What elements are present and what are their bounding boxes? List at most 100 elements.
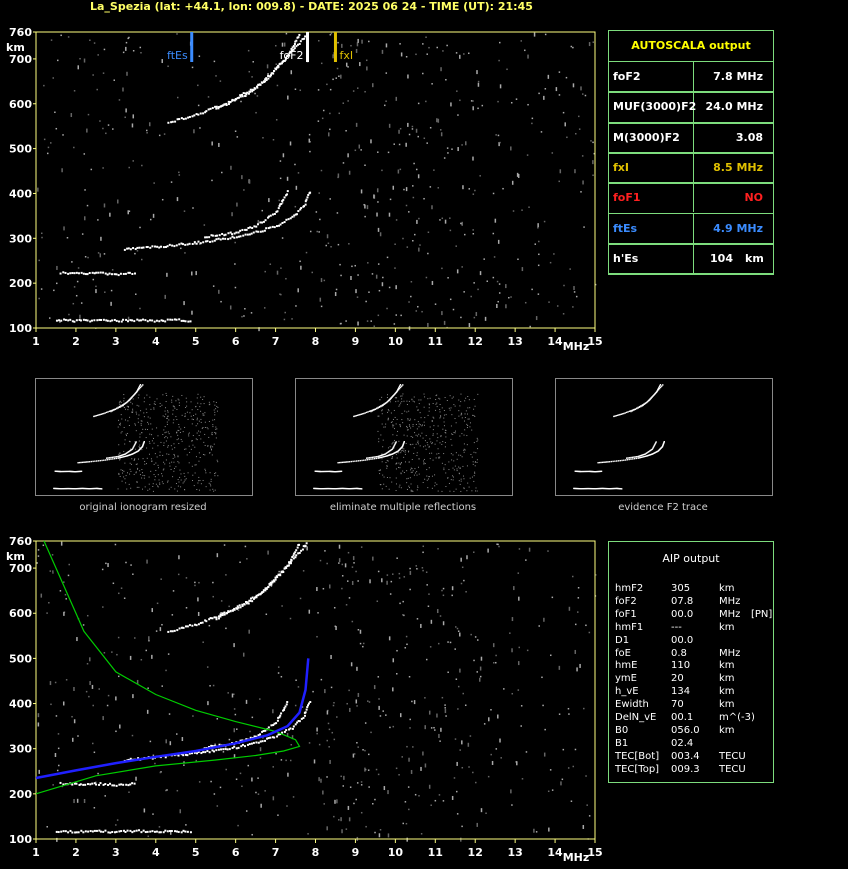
ionogram-aip-chart: 1 2 3 4 5 6 7 8 9 10 11 12 13 14 15MHz1002003004005006… xyxy=(6,535,603,864)
aip-value: 00.0 xyxy=(671,634,694,646)
x-tick-label: 10 xyxy=(388,335,404,348)
autoscala-label: M(3000)F2 xyxy=(613,130,680,144)
x-tick-label: 15 xyxy=(587,335,602,348)
y-tick-label: 400 xyxy=(9,187,32,200)
autoscala-value: 24.0 MHz xyxy=(705,100,763,114)
x-tick-label: 1 xyxy=(32,335,40,348)
trace-f2-2hop-o xyxy=(167,33,309,124)
x-tick-label: 2 xyxy=(72,846,80,859)
aip-name: hmE xyxy=(615,660,638,672)
x-tick-label: 13 xyxy=(507,335,522,348)
x-axis-label: MHz xyxy=(563,851,590,864)
thumbnail-evidence-f2 xyxy=(555,378,773,496)
aip-name: B0 xyxy=(615,724,629,736)
trace-es-2 xyxy=(59,271,137,277)
aip-name: TEC[Bot] xyxy=(615,750,660,762)
aip-unit: km xyxy=(719,621,735,633)
y-tick-label: 760 xyxy=(9,535,32,548)
plot-frame xyxy=(35,31,596,329)
y-tick-label: 500 xyxy=(9,652,32,665)
aip-unit: MHz xyxy=(719,595,741,607)
autoscala-value: 8.5 MHz xyxy=(713,160,763,174)
aip-unit: km xyxy=(719,583,735,594)
aip-value: 134 xyxy=(671,686,691,698)
autoscala-unit: km xyxy=(745,251,764,265)
aip-unit: km xyxy=(719,699,735,711)
x-tick-label: 5 xyxy=(192,335,200,348)
x-axis-label: MHz xyxy=(563,340,590,353)
ionogram-autoscala-chart: 1 2 3 4 5 6 7 8 9 10 11 12 13 14 15MHz1002003004005006… xyxy=(6,26,603,353)
aip-value: 20 xyxy=(671,673,684,685)
y-tick-label: 600 xyxy=(9,607,32,620)
y-tick-label: 300 xyxy=(9,232,32,245)
autoscala-value: NO xyxy=(744,191,763,205)
autoscala-label: ftEs xyxy=(613,221,638,235)
x-tick-label: 14 xyxy=(547,846,563,859)
y-tick-label: 500 xyxy=(9,143,32,156)
y-tick-label: 200 xyxy=(9,788,32,801)
x-tick-label: 3 xyxy=(112,846,120,859)
y-tick-label: 700 xyxy=(9,53,32,66)
aip-unit: km xyxy=(719,660,735,672)
x-tick-label: 8 xyxy=(312,846,320,859)
autoscala-value: 3.08 xyxy=(735,130,763,144)
aip-unit: MHz xyxy=(719,647,741,659)
trace-f2-x xyxy=(204,190,289,239)
noise-speckle xyxy=(37,32,597,332)
marker-label-fxi: fxI xyxy=(339,49,353,62)
aip-value: 305 xyxy=(671,583,691,594)
x-tick-label: 10 xyxy=(388,846,404,859)
x-tick-label: 4 xyxy=(152,846,160,859)
x-tick-label: 2 xyxy=(72,335,80,348)
plot-frame xyxy=(35,540,596,840)
aip-name: DelN_vE xyxy=(615,712,657,723)
aip-unit: TECU xyxy=(719,763,746,775)
aip-value: --- xyxy=(671,621,682,633)
y-tick-label: 700 xyxy=(9,562,32,575)
aip-unit: km xyxy=(719,686,735,698)
y-axis-label: km xyxy=(6,550,25,563)
thumbnail-eliminate-multiple xyxy=(295,378,513,496)
x-tick-label: 4 xyxy=(152,335,160,348)
aip-unit: MHz xyxy=(719,608,741,620)
profile-blue xyxy=(35,658,310,780)
x-tick-label: 12 xyxy=(468,335,483,348)
y-tick-label: 400 xyxy=(9,698,32,711)
autoscala-value: 104 xyxy=(710,251,733,265)
thumbnail-original xyxy=(35,378,253,496)
trace-es-2 xyxy=(59,781,136,787)
y-tick-label: 200 xyxy=(9,277,32,290)
trace-f2-x xyxy=(203,701,289,750)
x-tick-label: 7 xyxy=(272,846,280,859)
x-tick-label: 6 xyxy=(232,335,240,348)
autoscala-label: MUF(3000)F2 xyxy=(613,100,697,114)
aip-unit: TECU xyxy=(719,750,746,762)
autoscala-label: foF2 xyxy=(613,70,641,83)
y-tick-label: 100 xyxy=(9,322,32,335)
aip-name: B1 xyxy=(615,737,629,749)
aip-name: hmF2 xyxy=(615,583,644,594)
x-tick-label: 12 xyxy=(468,846,483,859)
x-tick-label: 11 xyxy=(428,335,443,348)
trace-f2-2hop-x xyxy=(215,543,301,621)
x-tick-label: 11 xyxy=(428,846,443,859)
aip-value: 70 xyxy=(671,699,684,711)
marker-label-fof2: foF2 xyxy=(280,49,304,62)
trace-es xyxy=(55,318,192,323)
autoscala-label: fxI xyxy=(613,160,629,174)
aip-name: D1 xyxy=(615,634,630,646)
aip-name: foF2 xyxy=(615,595,637,607)
aip-name: foE xyxy=(615,647,631,659)
noise-speckle xyxy=(36,541,597,842)
trace-f2-2hop-o xyxy=(167,542,308,633)
autoscala-title: AUTOSCALA output xyxy=(631,39,751,52)
x-tick-label: 5 xyxy=(192,846,200,859)
aip-value: 07.8 xyxy=(671,595,694,607)
trace-es xyxy=(55,829,192,834)
aip-extra: [PN] xyxy=(751,608,773,620)
marker-label-ftes: ftEs xyxy=(167,49,188,62)
thumbnail-caption-original: original ionogram resized xyxy=(79,502,207,513)
aip-name: foF1 xyxy=(615,608,637,620)
aip-unit: m^(-3) xyxy=(719,712,755,723)
autoscala-value: 7.8 MHz xyxy=(713,70,763,83)
